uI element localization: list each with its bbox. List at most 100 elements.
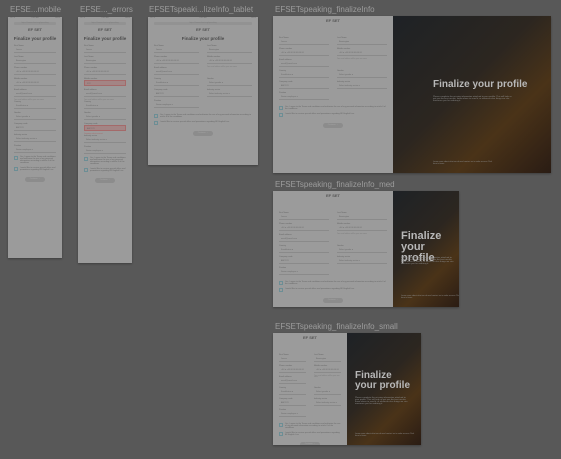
gender-input[interactable]: Select gender ▾ bbox=[14, 114, 56, 120]
email-input[interactable]: email@email.com bbox=[279, 378, 306, 384]
terms-checkbox[interactable] bbox=[279, 423, 283, 427]
company-code-input[interactable]: ABC123 bbox=[154, 91, 199, 97]
last-name-input[interactable]: Bennington bbox=[84, 58, 126, 64]
industry-input[interactable]: Select industry sector ▾ bbox=[84, 137, 126, 143]
continue-button[interactable]: Continue → bbox=[193, 131, 213, 136]
offers-checkbox-row[interactable]: I would like to receive special offers a… bbox=[279, 113, 387, 117]
terms-checkbox-row[interactable]: Yes, I agree to the Terms and conditions… bbox=[279, 423, 341, 429]
offers-checkbox[interactable] bbox=[154, 121, 158, 125]
offers-checkbox-row[interactable]: I would like to receive special offers a… bbox=[14, 167, 56, 171]
company-code-input[interactable]: ABC123 bbox=[279, 258, 329, 264]
phone-input[interactable]: +44 ▾ +44 00 00 00 00 00 bbox=[14, 69, 56, 75]
phone-input[interactable]: +44 ▾ +44 00 00 00 00 00 bbox=[279, 50, 329, 56]
industry-input[interactable]: Select industry sector ▾ bbox=[14, 136, 56, 142]
phone-input[interactable]: +44 ▾ +44 00 00 00 00 00 bbox=[84, 69, 126, 75]
terms-checkbox-row[interactable]: Yes, I agree to the Terms and conditions… bbox=[154, 114, 252, 118]
email-input[interactable]: email@email.com bbox=[279, 61, 329, 67]
terms-checkbox-row[interactable]: Yes, I agree to the Terms and conditions… bbox=[14, 156, 56, 164]
position-input[interactable]: Senior employee ▾ bbox=[279, 269, 329, 275]
phone-input[interactable]: +44 ▾ +44 00 00 00 00 00 bbox=[154, 58, 199, 64]
phone-input[interactable]: +44 ▾ +44 00 00 00 00 00 bbox=[279, 367, 306, 373]
terms-checkbox-row[interactable]: Yes, I agree to the Terms and conditions… bbox=[279, 106, 387, 110]
first-name-input[interactable]: James bbox=[154, 47, 199, 53]
first-name-input[interactable]: James bbox=[279, 214, 329, 220]
position-input[interactable]: Senior employee ▾ bbox=[279, 94, 329, 100]
offers-checkbox-row[interactable]: I would like to receive special offers a… bbox=[279, 432, 341, 436]
frame-tablet[interactable]: •••• ✈ 9:41 AM 100% https://www.efset.org/s… bbox=[148, 17, 258, 165]
industry-input[interactable]: Select industry sector ▾ bbox=[207, 91, 252, 97]
last-name-input[interactable]: Bennington bbox=[207, 47, 252, 53]
frame-med[interactable]: EF SET First Name James Last Name Bennington… bbox=[273, 191, 459, 307]
email-input[interactable]: email@email.com bbox=[279, 236, 329, 242]
frame-errors[interactable]: •••• ✈ 9:41 AM 100% https://www.efset.org/s… bbox=[78, 17, 132, 263]
continue-button[interactable]: Continue → bbox=[25, 177, 45, 182]
mobile-input[interactable]: +44 ▾ +44 00 00 00 00 00 bbox=[207, 58, 252, 64]
offers-checkbox-row[interactable]: I would like to receive special offers a… bbox=[84, 168, 126, 172]
frame-large[interactable]: EF SET First Name James Last Name Bennington… bbox=[273, 16, 551, 173]
phone-input[interactable]: +44 ▾ +44 00 00 00 00 00 bbox=[279, 225, 329, 231]
hero-footer[interactable]: Learn more about what we do and contact … bbox=[355, 433, 415, 437]
country-input[interactable]: Kazakhstan ▾ bbox=[84, 103, 126, 109]
frame-mobile[interactable]: •••• ✈ 9:41 AM 100% https://www.efset.org/s… bbox=[8, 17, 62, 258]
country-input[interactable]: Kazakhstan ▾ bbox=[14, 103, 56, 109]
last-name-input[interactable]: Bennington bbox=[337, 214, 387, 220]
terms-checkbox[interactable] bbox=[84, 157, 88, 161]
position-input[interactable]: Senior employee ▾ bbox=[14, 147, 56, 153]
industry-input[interactable]: Select industry sector ▾ bbox=[337, 258, 387, 264]
offers-checkbox[interactable] bbox=[279, 288, 283, 292]
offers-checkbox[interactable] bbox=[14, 167, 18, 171]
position-input[interactable]: Senior employee ▾ bbox=[279, 411, 306, 417]
last-name-input[interactable]: Bennington bbox=[337, 39, 387, 45]
industry-input[interactable]: Select industry sector ▾ bbox=[337, 83, 387, 89]
gender-input[interactable]: Select gender ▾ bbox=[337, 247, 387, 253]
mobile-input[interactable]: +44 ▾ +44 00 00 00 00 00 bbox=[337, 225, 387, 231]
terms-checkbox[interactable] bbox=[154, 114, 158, 118]
position-input[interactable]: Senior employee ▾ bbox=[84, 148, 126, 154]
position-input[interactable]: Senior employee ▾ bbox=[154, 102, 199, 108]
mobile-input[interactable]: +44 ▾ +44 00 00 00 00 00 bbox=[14, 80, 56, 86]
offers-checkbox-row[interactable]: I would like to receive special offers a… bbox=[154, 121, 252, 125]
url-bar[interactable]: https://www.efset.org/speaking bbox=[154, 22, 252, 25]
first-name-input[interactable]: James bbox=[279, 356, 306, 362]
gender-input[interactable]: Select gender ▾ bbox=[314, 389, 341, 395]
url-bar[interactable]: https://www.efset.org/speaking bbox=[14, 22, 56, 25]
first-name-input[interactable]: James bbox=[84, 47, 126, 53]
country-input[interactable]: Kazakhstan ▾ bbox=[279, 72, 329, 78]
email-input[interactable]: email@email.com bbox=[84, 91, 126, 97]
mobile-input[interactable]: STC bbox=[84, 80, 126, 86]
continue-button[interactable]: Continue → bbox=[323, 298, 343, 303]
continue-button[interactable]: Continue → bbox=[300, 442, 320, 445]
mobile-input[interactable]: +44 ▾ +44 00 00 00 00 00 bbox=[337, 50, 387, 56]
company-code-input[interactable]: ABC123 bbox=[279, 400, 306, 406]
terms-checkbox-row[interactable]: Yes, I agree to the Terms and conditions… bbox=[84, 157, 126, 165]
email-input[interactable]: email@email.com bbox=[14, 91, 56, 97]
hero-footer[interactable]: Learn more about what we do and contact … bbox=[433, 161, 493, 165]
continue-button[interactable]: Continue → bbox=[323, 123, 343, 128]
terms-checkbox-row[interactable]: Yes, I agree to the Terms and conditions… bbox=[279, 281, 387, 285]
company-code-input[interactable]: ABC123 bbox=[84, 125, 126, 131]
offers-checkbox[interactable] bbox=[279, 113, 283, 117]
mobile-input[interactable]: +44 ▾ +44 00 00 00 00 00 bbox=[314, 367, 341, 373]
country-input[interactable]: Kazakhstan ▾ bbox=[154, 80, 199, 86]
terms-checkbox[interactable] bbox=[279, 281, 283, 285]
offers-checkbox[interactable] bbox=[279, 432, 283, 436]
gender-input[interactable]: Select gender ▾ bbox=[337, 72, 387, 78]
gender-input[interactable]: Select gender ▾ bbox=[207, 80, 252, 86]
frame-small[interactable]: EF SET First Name James Last Name Bennington… bbox=[273, 333, 421, 445]
country-input[interactable]: Kazakhstan ▾ bbox=[279, 247, 329, 253]
first-name-input[interactable]: James bbox=[279, 39, 329, 45]
offers-checkbox-row[interactable]: I would like to receive special offers a… bbox=[279, 288, 387, 292]
last-name-input[interactable]: Bennington bbox=[14, 58, 56, 64]
company-code-input[interactable]: ABC123 bbox=[14, 125, 56, 131]
terms-checkbox[interactable] bbox=[14, 156, 18, 160]
continue-button[interactable]: Continue → bbox=[95, 178, 115, 183]
country-input[interactable]: Kazakhstan ▾ bbox=[279, 389, 306, 395]
email-input[interactable]: email@email.com bbox=[154, 69, 199, 75]
last-name-input[interactable]: Bennington bbox=[314, 356, 341, 362]
hero-footer[interactable]: Learn more about what we do and contact … bbox=[401, 295, 459, 299]
gender-input[interactable]: Select gender ▾ bbox=[84, 114, 126, 120]
terms-checkbox[interactable] bbox=[279, 106, 283, 110]
url-bar[interactable]: https://www.efset.org/speaking bbox=[84, 22, 126, 25]
first-name-input[interactable]: James bbox=[14, 47, 56, 53]
offers-checkbox[interactable] bbox=[84, 168, 88, 172]
